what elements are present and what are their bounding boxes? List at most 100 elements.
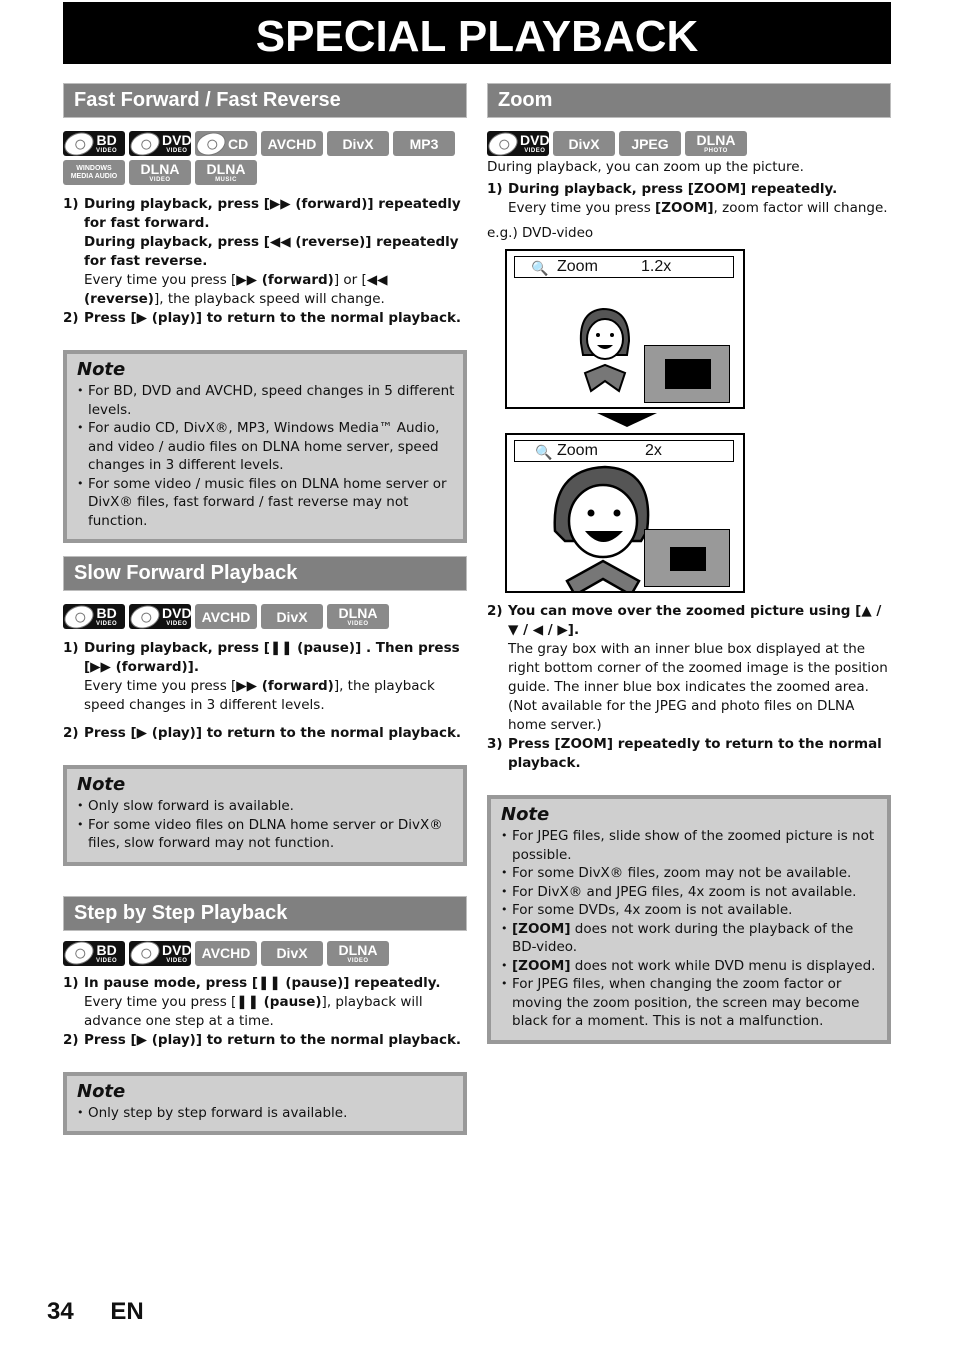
step-number: 1) xyxy=(63,640,79,656)
badge-label: BD xyxy=(96,605,117,621)
note-list: Only slow forward is available.For some … xyxy=(77,797,455,853)
step-instruction: During playback, press [❚❚ (pause)] . Th… xyxy=(84,640,460,675)
note-title: Note xyxy=(77,1080,126,1102)
badge-sublabel: MUSIC xyxy=(215,177,237,183)
zoom-osd-label: Zoom xyxy=(557,258,598,275)
disc-icon xyxy=(61,601,97,632)
zoom-osd-value: 2x xyxy=(645,442,662,459)
format-badges: BD VIDEO DVD VIDEO AVCHD DivX DLNA VIDEO xyxy=(61,937,467,969)
badge-sublabel: VIDEO xyxy=(96,957,118,964)
step-item: 2) Press [▶ (play)] to return to the nor… xyxy=(63,1031,467,1050)
magnifier-icon: 🔍 xyxy=(535,444,553,460)
format-badge-dvd-video: DVD VIDEO xyxy=(127,937,192,969)
note-list: Only step by step forward is available. xyxy=(77,1104,455,1123)
badge-sublabel: VIDEO xyxy=(149,177,171,183)
format-badge-dvd-video: DVD VIDEO xyxy=(127,128,192,159)
step-item: 2) Press [▶ (play)] to return to the nor… xyxy=(63,309,467,328)
left-column: Fast Forward / Fast Reverse BD VIDEO DVD VI… xyxy=(61,83,467,1135)
badge-sublabel: VIDEO xyxy=(524,148,546,154)
badge-label: AVCHD xyxy=(267,135,317,152)
page-footer: 34 EN xyxy=(47,1298,144,1326)
format-badge-divx: DivX xyxy=(261,604,323,629)
page-number: 34 xyxy=(47,1298,74,1325)
note-box-zoom: Note For JPEG files, slide show of the z… xyxy=(487,795,891,1044)
note-title: Note xyxy=(77,774,126,795)
step-instruction: Press [ZOOM] repeatedly to return to the… xyxy=(508,736,882,771)
format-badge-bd-video: BD VIDEO xyxy=(61,128,125,159)
format-badge-mp3: MP3 xyxy=(393,131,455,156)
step-description: Every time you press [❚❚ (pause)], playb… xyxy=(84,993,423,1029)
step-item: 1) During playback, press [▶▶ (forward)]… xyxy=(63,195,467,309)
badge-sublabel: VIDEO xyxy=(166,621,188,627)
badge-label: DVD xyxy=(520,132,550,148)
disc-icon xyxy=(61,128,97,159)
format-badge-bd-video: BD VIDEO xyxy=(61,601,125,632)
format-badge-jpeg: JPEG xyxy=(619,131,681,156)
badge-sublabel: VIDEO xyxy=(96,148,118,154)
format-badge-dlna-music: DLNA MUSIC xyxy=(195,160,257,185)
badge-label: AVCHD xyxy=(201,608,251,625)
step-item: 2) You can move over the zoomed picture … xyxy=(487,602,891,735)
badge-label: CD xyxy=(228,135,249,152)
badge-label: WINDOWS MEDIA AUDIO xyxy=(70,165,118,180)
section-heading-slow-forward: Slow Forward Playback xyxy=(63,556,467,591)
badge-sublabel: PHOTO xyxy=(704,148,728,154)
note-item: [ZOOM] does not work while DVD menu is d… xyxy=(501,957,879,976)
zoom-osd-bar: 🔍 Zoom 2x xyxy=(514,440,734,462)
section-heading-step-by-step: Step by Step Playback xyxy=(63,895,467,931)
note-item: For some DivX® files, zoom may not be av… xyxy=(501,864,879,883)
step-description: Every time you press [▶▶ (forward)] or [… xyxy=(84,272,388,307)
step-description: The gray box with an inner blue box disp… xyxy=(508,641,888,733)
format-badge-divx: DivX xyxy=(261,940,323,966)
zoom-osd-label: Zoom xyxy=(557,442,598,459)
badge-label: AVCHD xyxy=(201,945,251,961)
badge-label: DivX xyxy=(342,135,374,152)
format-badge-dvd-video: DVD VIDEO xyxy=(485,128,550,159)
disc-icon xyxy=(193,128,229,159)
badge-label: DivX xyxy=(276,608,308,625)
badge-label: DLNA xyxy=(696,132,736,148)
disc-icon xyxy=(127,601,163,632)
badge-label: DivX xyxy=(276,945,308,961)
slow-forward-steps: 1) During playback, press [❚❚ (pause)] .… xyxy=(63,639,467,743)
format-badge-divx: DivX xyxy=(327,131,389,156)
format-badge-dlna-video: DLNA VIDEO xyxy=(129,160,191,185)
fast-forward-steps: 1) During playback, press [▶▶ (forward)]… xyxy=(63,195,467,328)
step-instruction: Press [▶ (play)] to return to the normal… xyxy=(84,1031,462,1048)
zoom-illustration: 🔍 Zoom 1.2x 🔍 Zoom 2x xyxy=(487,249,891,601)
note-item: For some DVDs, 4x zoom is not available. xyxy=(501,901,879,920)
zoom-screen-1: 🔍 Zoom 1.2x xyxy=(505,249,745,409)
language-code: EN xyxy=(110,1298,144,1325)
format-badge-dvd-video: DVD VIDEO xyxy=(127,601,192,632)
format-badge-dlna-video: DLNA VIDEO xyxy=(327,604,389,629)
zoomed-area-indicator xyxy=(665,359,711,389)
note-list: For JPEG files, slide show of the zoomed… xyxy=(501,827,879,1031)
step-item: 1) During playback, press [ZOOM] repeate… xyxy=(487,180,891,218)
format-badges: BD VIDEO DVD VIDEO CD AVCHD DivX MP3 WINDOWS MED… xyxy=(61,128,467,185)
format-badges: DVD VIDEO DivX JPEG DLNA PHOTO xyxy=(485,128,891,159)
note-title: Note xyxy=(77,359,126,380)
example-label: e.g.) DVD-video xyxy=(487,225,594,241)
step-instruction: In pause mode, press [❚❚ (pause)] repeat… xyxy=(84,974,441,991)
zoom-osd-value: 1.2x xyxy=(641,258,672,275)
note-item: For audio CD, DivX®, MP3, Windows Media™… xyxy=(77,419,455,475)
disc-icon xyxy=(127,937,163,969)
step-instruction: You can move over the zoomed picture usi… xyxy=(508,603,882,638)
zoom-steps-continued: 2) You can move over the zoomed picture … xyxy=(487,602,891,773)
step-by-step-steps: 1) In pause mode, press [❚❚ (pause)] rep… xyxy=(63,974,467,1050)
note-item: For JPEG files, when changing the zoom f… xyxy=(501,975,879,1031)
step-item: 1) In pause mode, press [❚❚ (pause)] rep… xyxy=(63,974,467,1031)
zoom-screen-2: 🔍 Zoom 2x xyxy=(505,433,745,593)
step-number: 3) xyxy=(487,736,503,752)
format-badge-windows-media-audio: WINDOWS MEDIA AUDIO xyxy=(63,160,125,185)
format-badges: BD VIDEO DVD VIDEO AVCHD DivX DLNA VIDEO xyxy=(61,601,467,632)
format-badge-avchd: AVCHD xyxy=(195,604,257,629)
position-guide-box xyxy=(644,529,730,587)
step-number: 1) xyxy=(63,196,79,212)
arrow-down-icon xyxy=(597,413,657,427)
badge-sublabel: VIDEO xyxy=(166,148,188,154)
badge-label: DLNA xyxy=(206,161,246,177)
note-item: For DivX® and JPEG files, 4x zoom is not… xyxy=(501,883,879,902)
disc-icon xyxy=(127,128,163,159)
magnifier-icon: 🔍 xyxy=(531,260,549,276)
